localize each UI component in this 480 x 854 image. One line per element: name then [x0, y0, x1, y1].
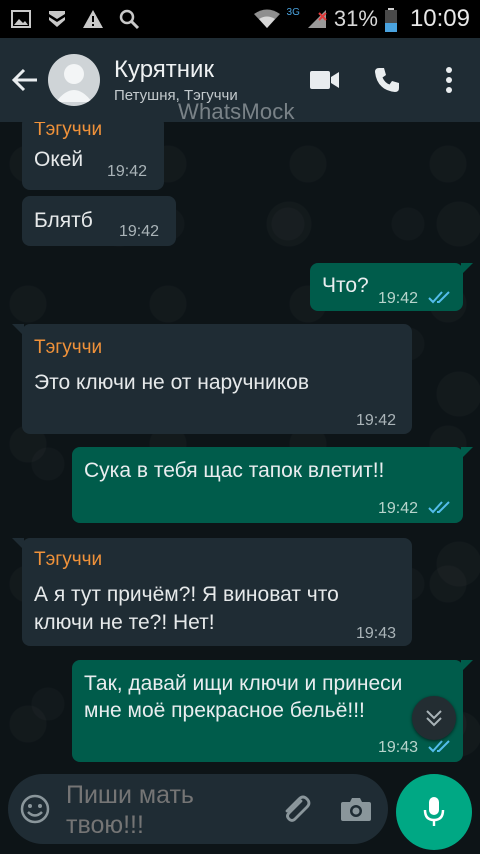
- message-input-pill: [8, 774, 388, 844]
- message-time: 19:42: [378, 500, 419, 517]
- message-text-line: мне моё прекрасное бельё!!!: [84, 699, 365, 722]
- message-text-line: А я тут причём?! Я виноват что: [34, 583, 339, 606]
- scroll-to-bottom-button[interactable]: [412, 696, 456, 740]
- incoming-message[interactable]: Тэгуччи Окей 19:42: [22, 122, 164, 190]
- status-bar: 3G 31% 10:09: [0, 0, 480, 38]
- network-type-label: 3G: [286, 6, 300, 18]
- chat-title: Курятник: [114, 56, 214, 83]
- message-text: Окей: [34, 148, 84, 171]
- emoji-button[interactable]: [8, 774, 62, 844]
- battery-icon: [384, 8, 398, 32]
- incoming-message[interactable]: Блятб 19:42: [22, 196, 176, 246]
- camera-button[interactable]: [336, 788, 376, 830]
- shield-chevrons-icon: [46, 8, 68, 30]
- outgoing-message[interactable]: Что? 19:42: [310, 263, 473, 311]
- phone-icon: [375, 68, 399, 92]
- paperclip-icon: [285, 795, 311, 822]
- microphone-icon: [423, 797, 445, 826]
- more-vertical-icon: [446, 67, 452, 93]
- outgoing-message[interactable]: Так, давай ищи ключи и принеси мне моё п…: [72, 660, 473, 762]
- double-check-read-icon: [428, 740, 450, 753]
- signal-icon: [306, 8, 328, 30]
- message-time: 19:42: [378, 290, 419, 307]
- message-text-line: ключи не те?! Нет!: [34, 611, 215, 634]
- message-time: 19:43: [378, 739, 419, 756]
- message-time: 19:42: [119, 223, 160, 240]
- double-check-read-icon: [428, 501, 450, 514]
- status-clock: 10:09: [409, 5, 470, 32]
- battery-percent: 31%: [333, 6, 378, 31]
- more-options-button[interactable]: [418, 38, 480, 122]
- message-list[interactable]: Тэгуччи Окей 19:42 Блятб 19:42 Что? 19:4…: [0, 122, 480, 774]
- composer-bar: [0, 774, 480, 854]
- double-chevron-down-icon: [426, 710, 442, 727]
- message-time: 19:42: [107, 163, 148, 180]
- video-camera-icon: [310, 71, 339, 89]
- message-text: Сука в тебя щас тапок влетит!!: [84, 459, 385, 482]
- sender-name: Тэгуччи: [34, 122, 103, 140]
- double-check-read-icon: [428, 291, 450, 304]
- warning-icon: [82, 8, 104, 30]
- attach-button[interactable]: [276, 788, 316, 830]
- emoji-icon: [20, 794, 50, 824]
- message-text-line: Так, давай ищи ключи и принеси: [84, 672, 403, 695]
- chat-title-block[interactable]: Курятник Петушня, Тэгуччи: [114, 56, 264, 104]
- arrow-left-icon: [11, 68, 37, 92]
- sender-name: Тэгуччи: [34, 549, 103, 570]
- back-button[interactable]: [0, 38, 50, 122]
- message-text: Это ключи не от наручников: [34, 371, 309, 394]
- search-icon: [118, 8, 140, 30]
- message-time: 19:42: [356, 412, 397, 429]
- image-icon: [10, 8, 32, 30]
- outgoing-message[interactable]: Сука в тебя щас тапок влетит!! 19:42: [72, 447, 473, 523]
- sender-name: Тэгуччи: [34, 337, 103, 358]
- default-avatar-icon: [56, 64, 92, 102]
- message-text: Что?: [322, 274, 369, 297]
- wifi-icon: [253, 8, 281, 30]
- incoming-message[interactable]: Тэгуччи Это ключи не от наручников 19:42: [12, 324, 412, 434]
- group-avatar[interactable]: [48, 54, 100, 106]
- camera-icon: [341, 798, 371, 821]
- incoming-message[interactable]: Тэгуччи А я тут причём?! Я виноват что к…: [12, 538, 412, 646]
- video-call-button[interactable]: [294, 38, 356, 122]
- voice-call-button[interactable]: [356, 38, 418, 122]
- message-time: 19:43: [356, 625, 397, 642]
- message-text: Блятб: [34, 209, 93, 232]
- microphone-button[interactable]: [396, 774, 472, 850]
- message-input[interactable]: [66, 780, 246, 840]
